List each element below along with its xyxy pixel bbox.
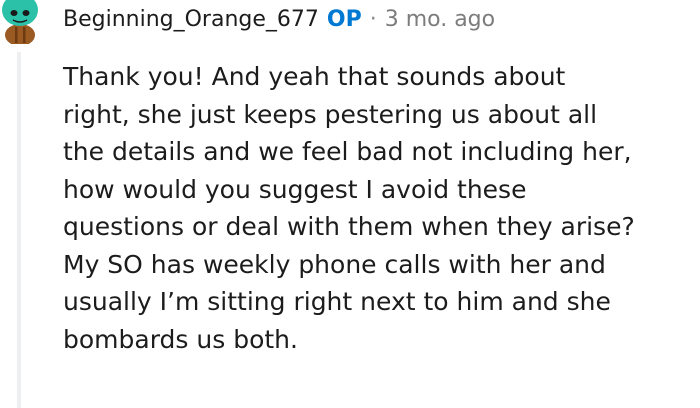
op-badge: OP <box>326 7 362 32</box>
comment-body-line: right, she just keeps pestering us about… <box>63 99 598 129</box>
comment-timestamp[interactable]: 3 mo. ago <box>385 4 495 36</box>
thread-collapse-line[interactable] <box>17 52 21 408</box>
author-username[interactable]: Beginning_Orange_677 <box>63 4 319 36</box>
comment-body-line: questions or deal with them when they ar… <box>63 212 635 241</box>
comment-body-line: usually I’m sitting right next to him an… <box>63 287 611 316</box>
comment-body: Thank you! And yeah that sounds about ri… <box>63 58 695 358</box>
meta-separator: · <box>369 7 377 32</box>
comment-body-line: My SO has weekly phone calls with her an… <box>63 249 606 279</box>
comment-body-line: how would you suggest I avoid these <box>63 174 527 204</box>
comment-body-line: the details and we feel bad not includin… <box>63 137 632 166</box>
comment-header: Beginning_Orange_677 OP · 3 mo. ago <box>63 4 495 36</box>
snoo-avatar-icon[interactable] <box>0 0 44 44</box>
comment-body-line: Thank you! And yeah that sounds about <box>63 62 566 91</box>
comment-body-line: bombards us both. <box>63 324 298 354</box>
